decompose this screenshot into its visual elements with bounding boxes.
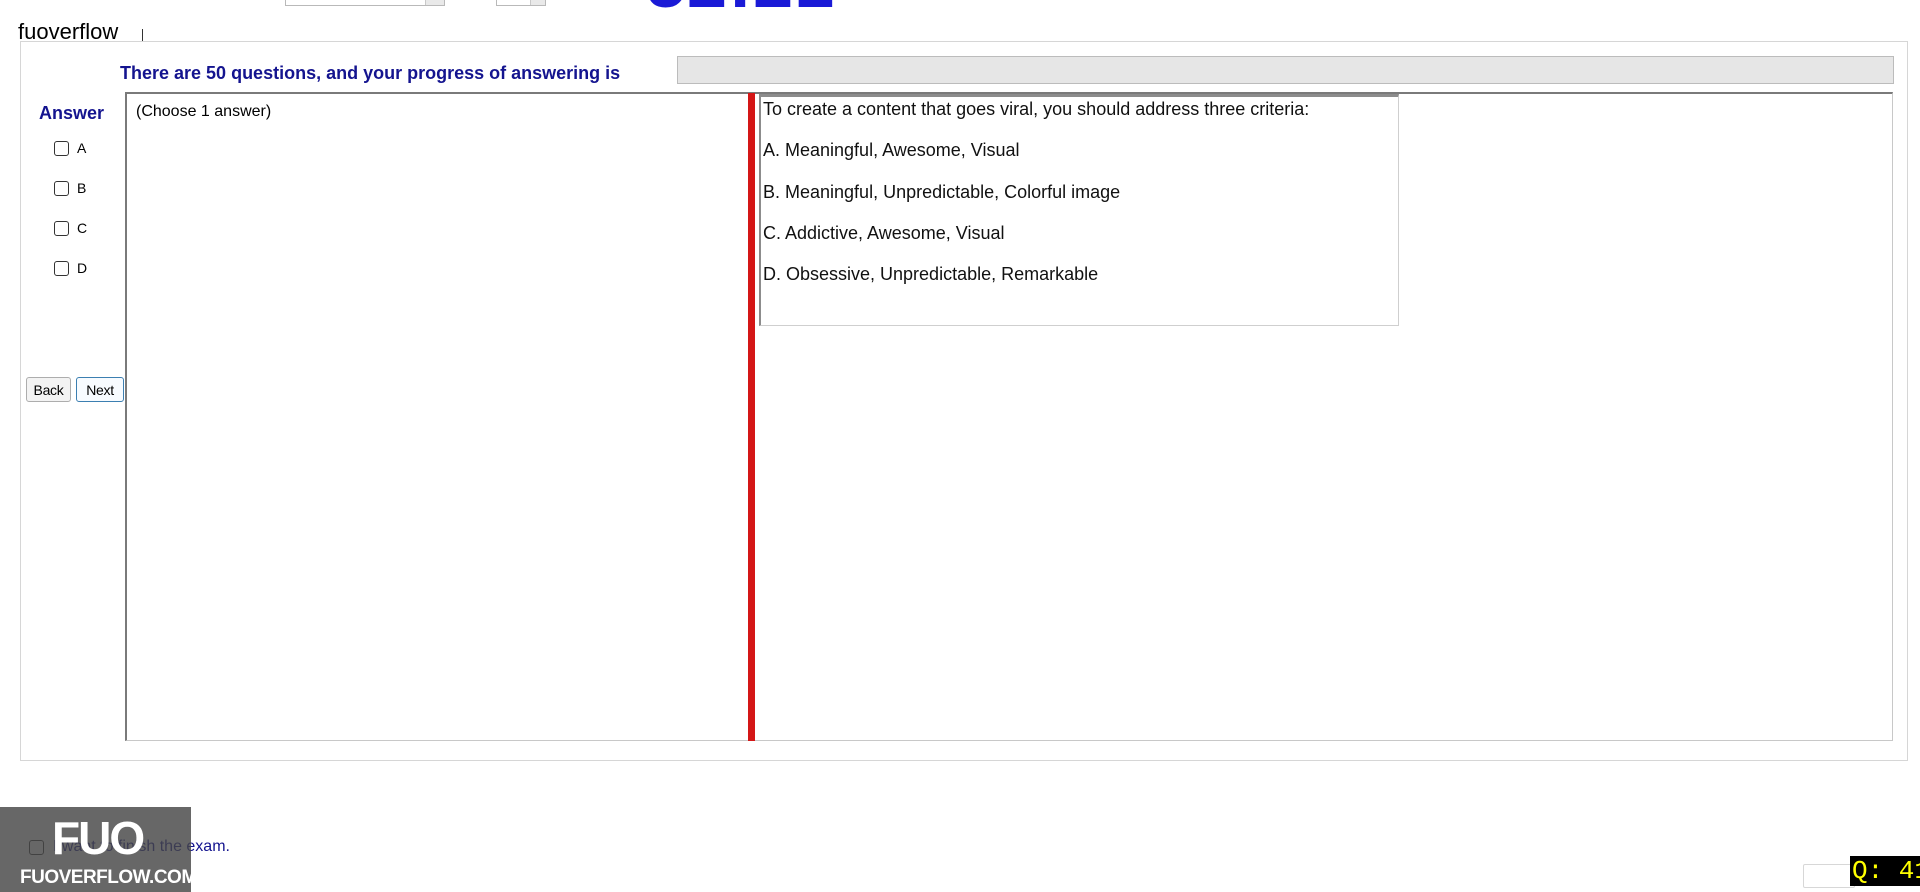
- answer-option-a[interactable]: A: [54, 138, 86, 158]
- choose-instruction: (Choose 1 answer): [136, 103, 272, 120]
- option-label: C: [77, 220, 88, 236]
- countdown-timer: 52:21: [646, 0, 835, 19]
- choice-c-text: C. Addictive, Awesome, Visual: [763, 223, 1005, 243]
- answer-option-d[interactable]: D: [54, 258, 87, 278]
- answer-option-b[interactable]: B: [54, 178, 86, 198]
- progress-label: There are 50 questions, and your progres…: [120, 63, 621, 83]
- option-label: B: [77, 180, 87, 196]
- choice-b-text: B. Meaningful, Unpredictable, Colorful i…: [763, 182, 1121, 202]
- top-spinner[interactable]: [496, 0, 546, 6]
- option-label: A: [77, 140, 87, 156]
- question-text-box: [759, 94, 1399, 326]
- panel-splitter[interactable]: [748, 93, 755, 741]
- checkbox[interactable]: [54, 260, 69, 276]
- choice-d-text: D. Obsessive, Unpredictable, Remarkable: [763, 264, 1099, 284]
- answer-title: Answer: [39, 103, 105, 123]
- progress-bar: [677, 56, 1894, 84]
- bottom-input[interactable]: [1803, 864, 1855, 888]
- logo-text: FUOVERFLOW.COM: [20, 867, 197, 888]
- question-text: To create a content that goes viral, you…: [763, 99, 1310, 119]
- checkbox[interactable]: [54, 180, 69, 196]
- checkbox[interactable]: [54, 140, 69, 156]
- answer-option-c[interactable]: C: [54, 218, 87, 238]
- chevron-down-icon: [425, 0, 444, 5]
- logo-mark: FUO: [52, 812, 145, 864]
- checkbox[interactable]: [54, 220, 69, 236]
- spinner-arrow-icon: [530, 0, 545, 5]
- choice-a-text: A. Meaningful, Awesome, Visual: [763, 140, 1020, 160]
- exam-window: 52:21 fuoverflow There are 50 questions,…: [0, 0, 1920, 892]
- question-counter: Q: 41: [1850, 856, 1920, 886]
- option-label: D: [77, 260, 88, 276]
- top-dropdown[interactable]: [285, 0, 445, 6]
- back-button[interactable]: Back: [26, 377, 71, 402]
- watermark-logo: FUO FUOVERFLOW.COM: [0, 807, 197, 892]
- next-button[interactable]: Next: [76, 377, 124, 402]
